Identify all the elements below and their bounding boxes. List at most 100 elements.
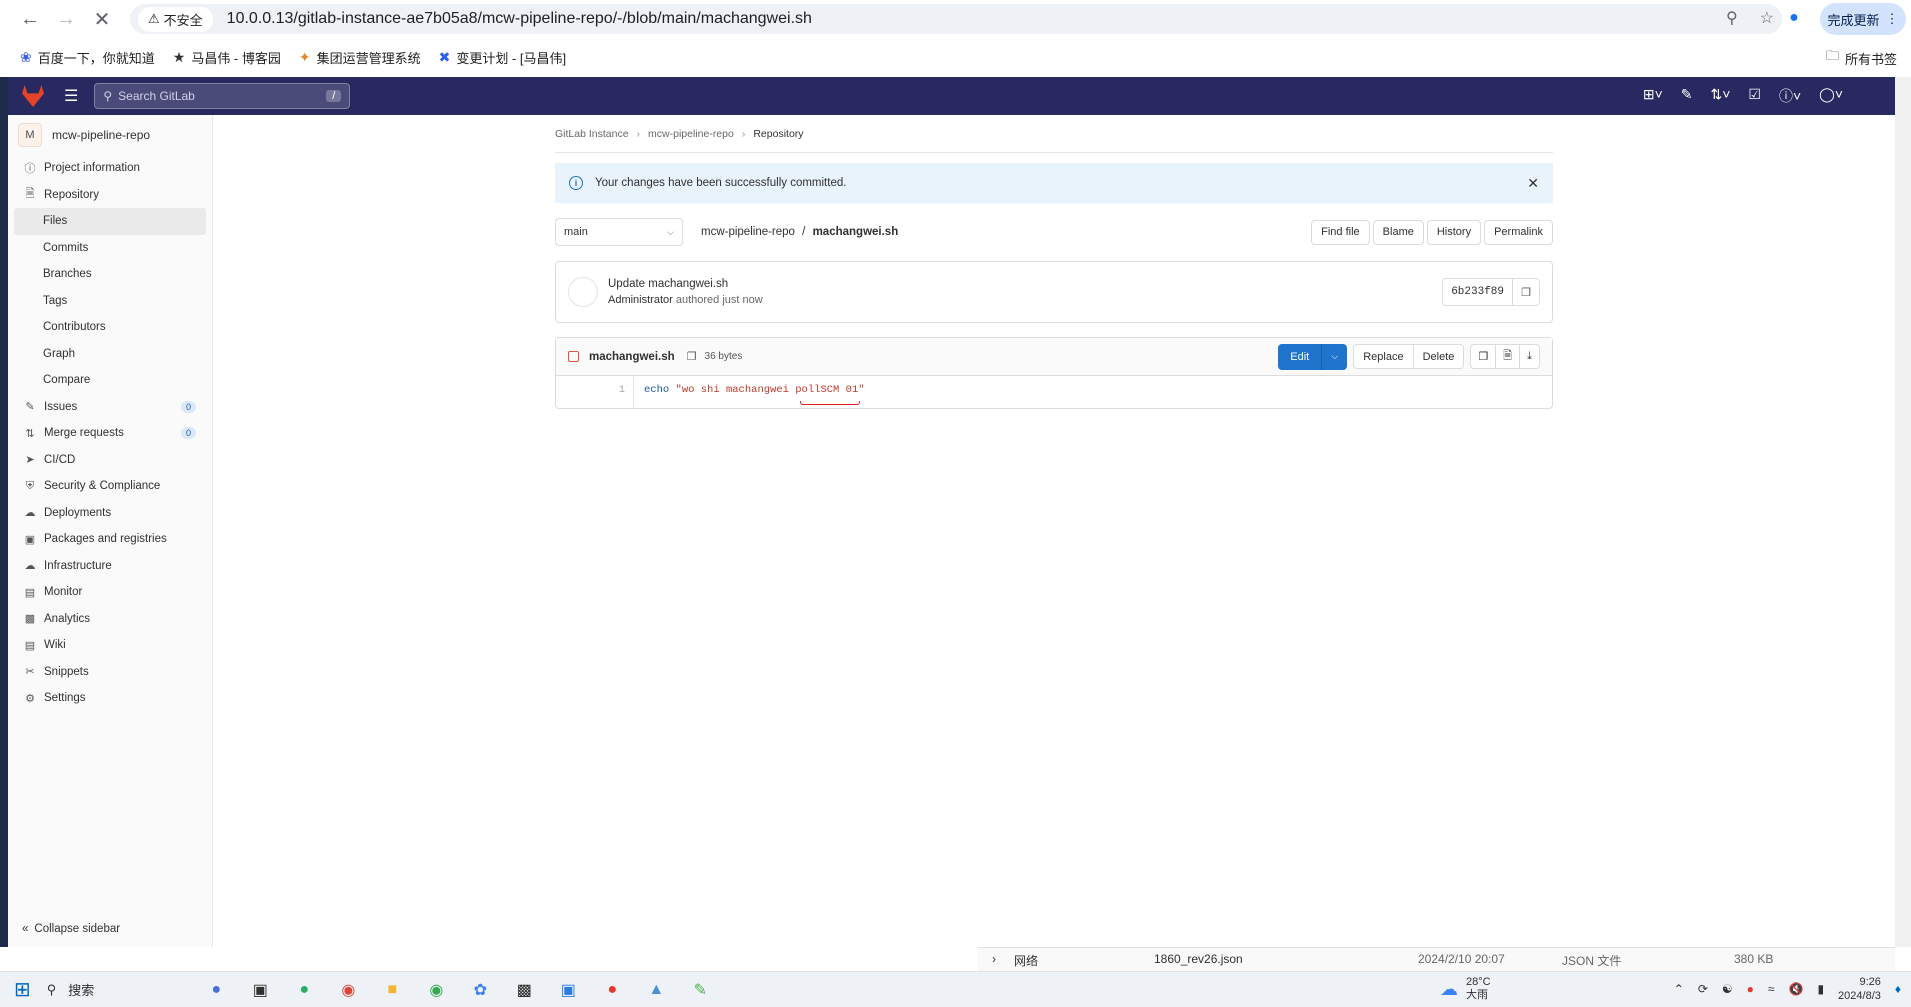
sync-icon[interactable]: ⟳ (1698, 982, 1708, 996)
replace-button[interactable]: Replace (1353, 344, 1414, 369)
chrome-icon[interactable]: ◉ (334, 976, 362, 1004)
help-icon[interactable]: ⓘ˅ (1779, 86, 1801, 106)
path-repo-link[interactable]: mcw-pipeline-repo (701, 226, 795, 238)
zoom-icon[interactable]: ⚲ (1726, 8, 1738, 28)
windows-start-icon[interactable]: ⊞ (14, 977, 31, 1002)
project-header[interactable]: M mcw-pipeline-repo (8, 115, 212, 155)
sidebar-item-issues[interactable]: ✎ Issues 0 (8, 394, 212, 421)
profile-icon[interactable]: ● (1782, 6, 1806, 30)
battery-icon[interactable]: ▮ (1817, 982, 1824, 996)
url-text[interactable]: 10.0.0.13/gitlab-instance-ae7b05a8/mcw-p… (227, 10, 812, 28)
menu-dots-icon: ⋮ (1885, 11, 1899, 26)
forward-icon[interactable]: → (48, 1, 84, 37)
raw-file-icon[interactable]: 🗎 (1496, 344, 1521, 369)
bookmark-ops[interactable]: ✦ 集团运营管理系统 (299, 48, 421, 67)
weather-widget[interactable]: ☁ 28°C 大雨 (1440, 976, 1491, 1002)
cloud-app-icon[interactable]: ✿ (466, 976, 494, 1004)
copy-contents-icon[interactable]: ❐ (1470, 344, 1497, 369)
find-file-button[interactable]: Find file (1311, 219, 1370, 245)
sidebar-item-security-compliance[interactable]: ⛨ Security & Compliance (8, 473, 212, 500)
delete-button[interactable]: Delete (1413, 344, 1465, 369)
notification-bell-icon[interactable]: ♦ (1895, 982, 1901, 996)
sidebar-item-merge-requests[interactable]: ⇅ Merge requests 0 (8, 420, 212, 447)
sidebar-item-infrastructure[interactable]: ☁ Infrastructure (8, 553, 212, 580)
sidebar-item-deployments[interactable]: ☁ Deployments (8, 500, 212, 527)
weibo-icon[interactable]: ● (598, 976, 626, 1004)
file-explorer-icon[interactable]: ■ (378, 976, 406, 1004)
sidebar-item-monitor[interactable]: ▤ Monitor (8, 579, 212, 606)
sidebar-item-contributors[interactable]: Contributors (8, 314, 212, 341)
sidebar-item-files[interactable]: Files (14, 208, 206, 235)
address-bar[interactable]: ⚠ 不安全 10.0.0.13/gitlab-instance-ae7b05a8… (130, 4, 1782, 34)
copy-path-icon[interactable]: ❐ (687, 350, 697, 363)
branch-dropdown[interactable]: main ⌵ (555, 218, 683, 246)
sidebar-item-project-information[interactable]: ⓘ Project information (8, 155, 212, 182)
breadcrumb-item-current[interactable]: Repository (753, 128, 803, 140)
sidebar-item-packages-and-registries[interactable]: ▣ Packages and registries (8, 526, 212, 553)
update-button[interactable]: 完成更新 ⋮ (1820, 3, 1906, 35)
bookmark-cnblogs[interactable]: ★ 马昌伟 - 博客园 (173, 48, 281, 67)
back-icon[interactable]: ← (12, 1, 48, 37)
tray-app-icon[interactable]: ☯ (1722, 982, 1733, 996)
chevron-down-icon[interactable]: ⌵ (1321, 343, 1348, 370)
sidebar-item-branches[interactable]: Branches (8, 261, 212, 288)
collapse-sidebar-button[interactable]: « Collapse sidebar (22, 923, 120, 935)
sidebar-item-settings[interactable]: ⚙ Settings (8, 685, 212, 712)
bookmark-change-plan[interactable]: ✖ 变更计划 - [马昌伟] (439, 48, 567, 67)
close-icon[interactable]: ✕ (1527, 175, 1539, 192)
hamburger-menu-icon[interactable]: ☰ (64, 86, 78, 106)
browser-icon[interactable]: ◉ (422, 976, 450, 1004)
copy-icon[interactable]: ❐ (1513, 286, 1539, 299)
sidebar-item-snippets[interactable]: ✂ Snippets (8, 659, 212, 686)
taskbar-search[interactable]: ⚲ 搜索 (47, 980, 95, 999)
page-scrollbar[interactable] (1895, 77, 1911, 947)
app-icon[interactable]: ● (202, 976, 230, 1004)
security-indicator[interactable]: ⚠ 不安全 (138, 6, 213, 32)
bookmark-star-icon[interactable]: ☆ (1760, 8, 1774, 28)
line-number[interactable]: 1 (556, 376, 634, 408)
all-bookmarks[interactable]: 🗀 所有书签 (1826, 47, 1897, 69)
todo-icon[interactable]: ☑ (1748, 86, 1761, 106)
download-icon[interactable]: ⤓ (1520, 344, 1540, 369)
terminal-icon[interactable]: ▩ (510, 976, 538, 1004)
clock[interactable]: 9:26 2024/8/3 (1838, 975, 1881, 1003)
sidebar-item-ci-cd[interactable]: ➤ CI/CD (8, 447, 212, 474)
bookmark-baidu[interactable]: ❀ 百度一下，你就知道 (20, 48, 155, 67)
sidebar-item-graph[interactable]: Graph (8, 341, 212, 368)
create-new-icon[interactable]: ⊞˅ (1643, 86, 1663, 106)
issues-icon[interactable]: ✎ (1681, 86, 1693, 106)
merge-requests-icon[interactable]: ⇅˅ (1711, 86, 1731, 106)
search-input[interactable]: ⚲ Search GitLab / (94, 83, 351, 109)
breadcrumb-item[interactable]: mcw-pipeline-repo (648, 128, 734, 140)
sidebar-item-compare[interactable]: Compare (8, 367, 212, 394)
notes-icon[interactable]: ✎ (686, 976, 714, 1004)
tray-app-red-icon[interactable]: ● (1747, 982, 1754, 996)
user-avatar-icon[interactable]: ◯˅ (1819, 86, 1843, 106)
sidebar-item-label: Branches (43, 268, 92, 281)
history-button[interactable]: History (1426, 219, 1482, 245)
sidebar-item-analytics[interactable]: ▩ Analytics (8, 606, 212, 633)
breadcrumb-item[interactable]: GitLab Instance (555, 128, 629, 140)
permalink-button[interactable]: Permalink (1484, 219, 1553, 245)
sidebar-item-tags[interactable]: Tags (8, 288, 212, 315)
wifi-icon[interactable]: ≈ (1768, 982, 1775, 996)
search-shortcut-badge: / (326, 90, 342, 102)
blame-button[interactable]: Blame (1372, 219, 1424, 245)
stop-loading-icon[interactable]: ✕ (84, 1, 120, 37)
photos-icon[interactable]: ▲ (642, 976, 670, 1004)
sidebar-item-wiki[interactable]: ▤ Wiki (8, 632, 212, 659)
wechat-icon[interactable]: ● (290, 976, 318, 1004)
gitlab-logo-icon[interactable] (22, 85, 44, 107)
commit-sha[interactable]: 6b233f89 (1443, 279, 1513, 305)
sidebar-item-repository[interactable]: 🗎 Repository (8, 182, 212, 209)
commit-author[interactable]: Administrator (608, 294, 673, 306)
author-avatar[interactable] (568, 277, 598, 307)
app-window-icon[interactable]: ▣ (554, 976, 582, 1004)
sidebar-item-label: Merge requests (44, 427, 124, 440)
commit-title[interactable]: Update machangwei.sh (608, 278, 763, 290)
edit-button[interactable]: Edit (1278, 343, 1322, 370)
chevron-up-icon[interactable]: ⌃ (1674, 982, 1684, 996)
sidebar-item-commits[interactable]: Commits (8, 235, 212, 262)
volume-muted-icon[interactable]: 🔇 (1788, 982, 1803, 996)
task-view-icon[interactable]: ▣ (246, 976, 274, 1004)
